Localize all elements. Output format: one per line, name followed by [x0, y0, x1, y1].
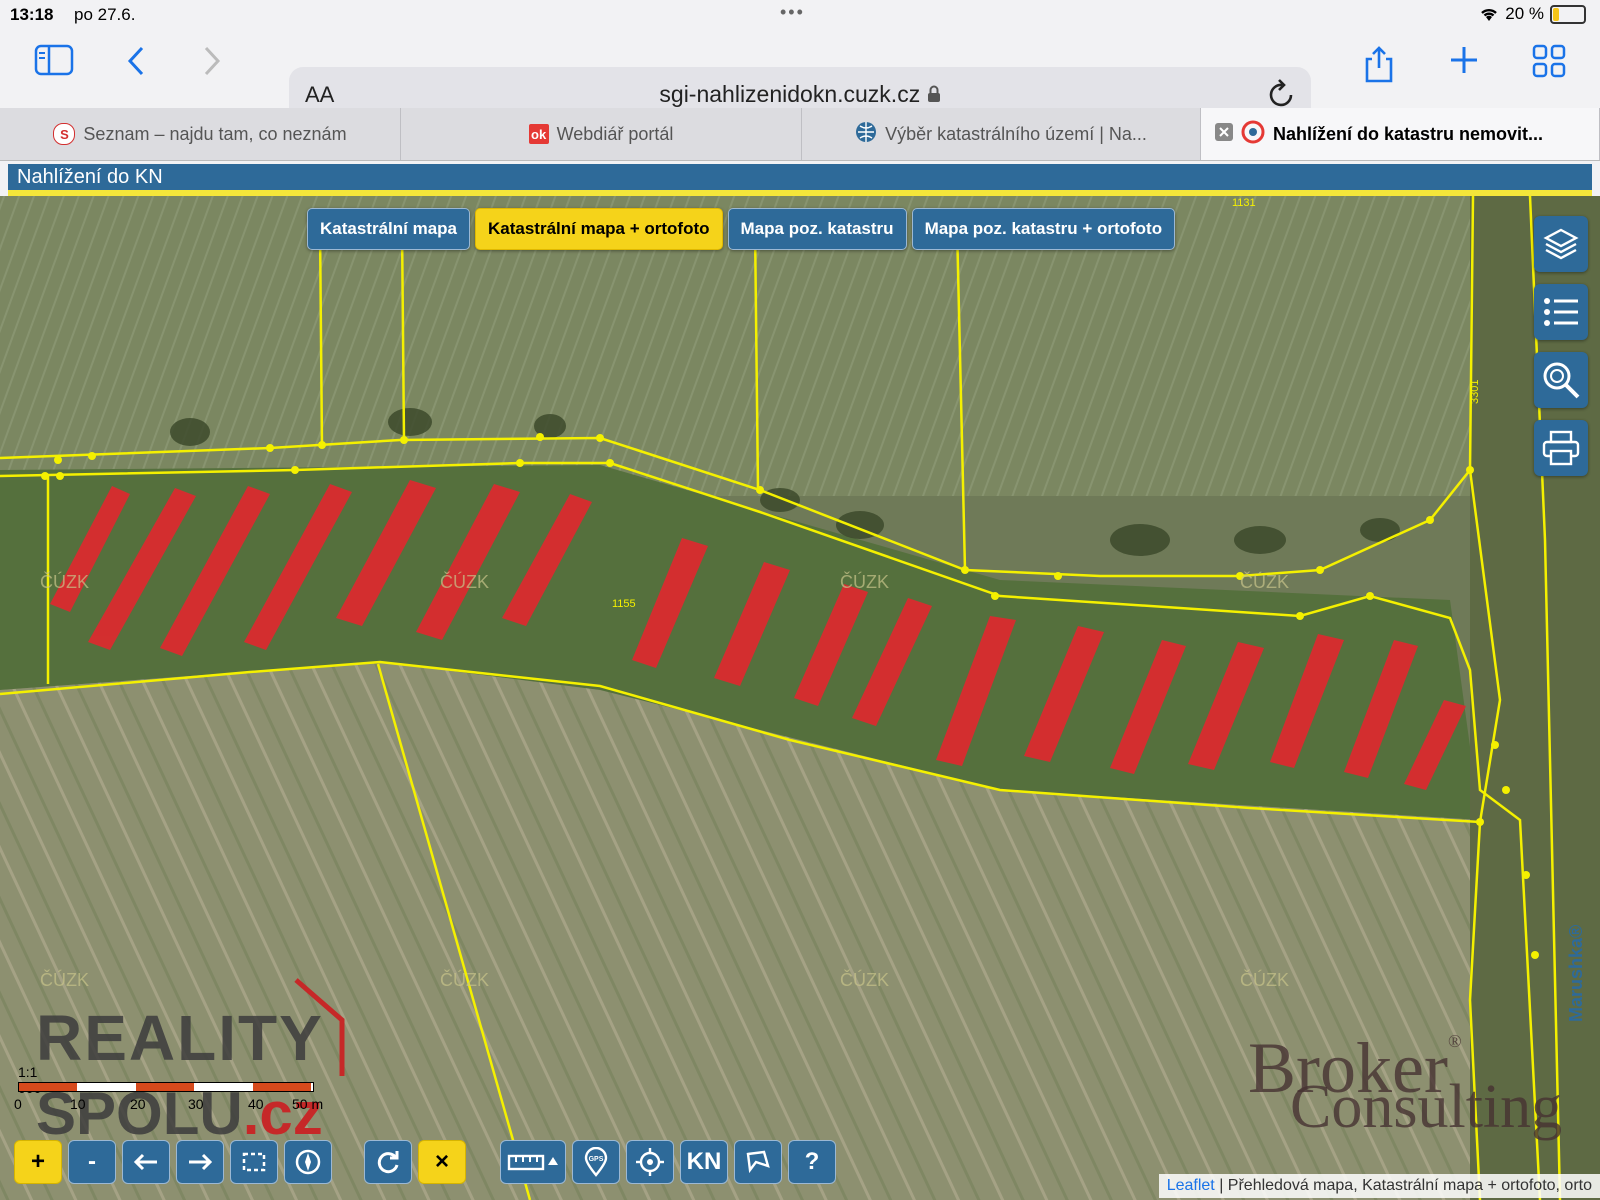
- tab-vyber-katastralniho-uzemi[interactable]: Výběr katastrálního území | Na...: [802, 108, 1201, 160]
- app-header: Nahlížení do KN: [8, 164, 1592, 190]
- layer-button-mapa-poz-katastru[interactable]: Mapa poz. katastru: [727, 208, 907, 250]
- status-time: 13:18: [10, 5, 54, 24]
- browser-toolbar: AA sgi-nahlizenidokn.cuzk.cz: [0, 30, 1600, 123]
- status-bar: 13:18 po 27.6. ••• 20 %: [0, 0, 1600, 30]
- back-icon[interactable]: [124, 44, 148, 84]
- cuzk-watermark: ČÚZK: [840, 969, 889, 990]
- kn-button[interactable]: KN: [680, 1140, 728, 1184]
- svg-text:GPS: GPS: [589, 1156, 604, 1163]
- measure-ruler-icon[interactable]: [500, 1140, 566, 1184]
- tab-webdiar[interactable]: ok Webdiář portál: [401, 108, 802, 160]
- battery-percent: 20 %: [1505, 4, 1544, 23]
- layer-button-katastralni-mapa-ortofoto[interactable]: Katastrální mapa + ortofoto: [475, 208, 723, 250]
- lock-icon: [927, 85, 940, 102]
- spolu-watermark: SPOLU.cz: [36, 1080, 323, 1147]
- tab-label: Seznam – najdu tam, co neznám: [83, 123, 347, 144]
- zoom-out-button[interactable]: -: [68, 1140, 116, 1184]
- tab-seznam[interactable]: S Seznam – najdu tam, co neznám: [0, 108, 401, 160]
- scale-bar: [18, 1082, 314, 1092]
- layer-button-mapa-poz-katastru-ortofoto[interactable]: Mapa poz. katastru + ortofoto: [911, 208, 1176, 250]
- zoom-in-button[interactable]: +: [14, 1140, 62, 1184]
- back-arrow-icon[interactable]: [122, 1140, 170, 1184]
- status-right: 20 %: [1479, 4, 1586, 24]
- close-button[interactable]: ×: [418, 1140, 466, 1184]
- side-toolbar: [1534, 216, 1588, 476]
- ok-favicon-icon: ok: [528, 124, 549, 144]
- cuzk-watermark: ČÚZK: [40, 571, 89, 592]
- close-tab-icon[interactable]: [1215, 122, 1233, 146]
- status-date: po 27.6.: [74, 5, 136, 24]
- new-tab-icon[interactable]: [1448, 44, 1480, 82]
- cuzk-watermark: ČÚZK: [440, 571, 489, 592]
- battery-icon: [1550, 4, 1586, 24]
- layers-icon[interactable]: [1534, 216, 1588, 272]
- print-icon[interactable]: [1534, 420, 1588, 476]
- legend-list-icon[interactable]: [1534, 284, 1588, 340]
- marushka-label: Marushka®: [1566, 924, 1586, 1022]
- reality-watermark: REALITY: [36, 1002, 324, 1074]
- parcel-number-label: 3301: [1469, 380, 1481, 404]
- seznam-favicon-icon: S: [53, 123, 76, 145]
- share-icon[interactable]: [1362, 44, 1396, 90]
- url-text: sgi-nahlizenidokn.cuzk.cz: [289, 81, 1311, 108]
- tab-label: Webdiář portál: [556, 123, 674, 144]
- gps-pin-icon[interactable]: GPS: [572, 1140, 620, 1184]
- multitask-dots-icon[interactable]: •••: [780, 2, 805, 23]
- cuzk-watermark: ČÚZK: [40, 969, 89, 990]
- layer-switcher: Katastrální mapa Katastrální mapa + orto…: [307, 208, 1176, 250]
- parcel-number-label: 1155: [612, 598, 636, 610]
- parcel-select-icon[interactable]: [734, 1140, 782, 1184]
- help-button[interactable]: ?: [788, 1140, 836, 1184]
- cuzk-watermark: ČÚZK: [840, 571, 889, 592]
- zoom-toolbar: + -: [14, 1140, 332, 1184]
- cadastral-map[interactable]: ČÚZK ČÚZK ČÚZK ČÚZK ČÚZK ČÚZK ČÚZK ČÚZK …: [0, 196, 1600, 1200]
- tab-overview-icon[interactable]: [1532, 44, 1566, 84]
- refresh-toolbar: ×: [364, 1140, 466, 1184]
- search-zoom-icon[interactable]: [1534, 352, 1588, 408]
- refresh-icon[interactable]: [364, 1140, 412, 1184]
- wifi-icon: [1481, 8, 1498, 21]
- forward-arrow-icon[interactable]: [176, 1140, 224, 1184]
- forward-icon[interactable]: [200, 44, 224, 84]
- cuzk-globe-favicon-icon: [855, 121, 877, 148]
- tab-label: Nahlížení do katastru nemovit...: [1273, 123, 1544, 144]
- measure-toolbar: GPS KN ?: [500, 1140, 836, 1184]
- leaflet-link[interactable]: Leaflet: [1167, 1177, 1215, 1194]
- map-attribution: Leaflet | Přehledová mapa, Katastrální m…: [1158, 1174, 1600, 1198]
- cuzk-watermark: ČÚZK: [1240, 571, 1289, 592]
- tab-label: Výběr katastrálního území | Na...: [885, 123, 1147, 144]
- reality-roof-logo-icon: [294, 978, 345, 1076]
- cuzk-watermark: ČÚZK: [1240, 969, 1289, 990]
- compass-icon[interactable]: [284, 1140, 332, 1184]
- locate-target-icon[interactable]: [626, 1140, 674, 1184]
- consulting-watermark: Consulting: [1290, 1073, 1563, 1141]
- tab-strip: S Seznam – najdu tam, co neznám ok Webdi…: [0, 108, 1600, 161]
- cuzk-favicon-icon: [1241, 120, 1265, 149]
- cuzk-watermark: ČÚZK: [440, 969, 489, 990]
- sidebar-toggle-icon[interactable]: [34, 44, 74, 82]
- tab-nahlizeni-do-katastru[interactable]: Nahlížení do katastru nemovit...: [1201, 108, 1600, 160]
- layer-button-katastralni-mapa[interactable]: Katastrální mapa: [307, 208, 470, 250]
- zoom-rectangle-icon[interactable]: [230, 1140, 278, 1184]
- parcel-number-label: 1131: [1232, 197, 1256, 209]
